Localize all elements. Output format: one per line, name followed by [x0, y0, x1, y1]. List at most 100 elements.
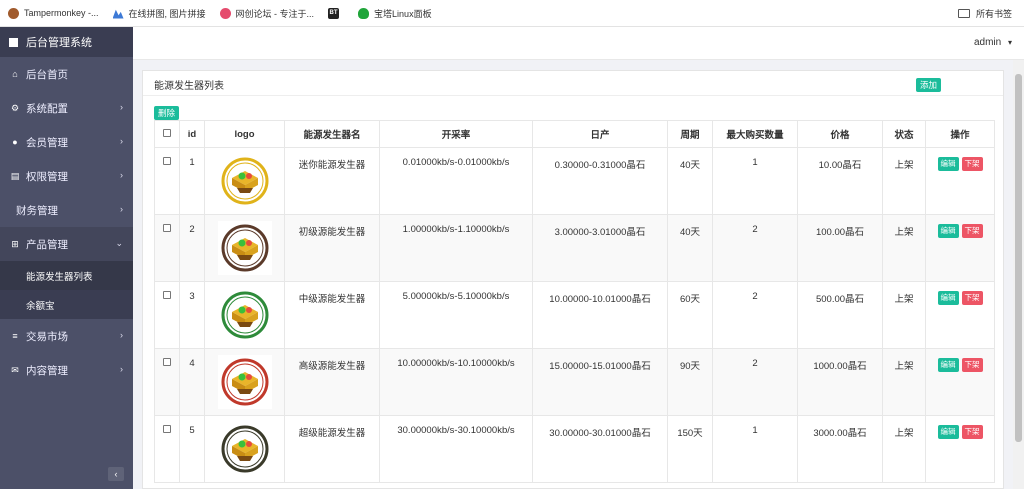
bookmark-bt-panel[interactable]: 宝塔Linux面板 — [358, 7, 432, 20]
generator-badge-icon — [221, 291, 268, 339]
daily-cell: 15.00000-15.01000晶石 — [532, 348, 668, 416]
main-content: 能源发生器列表 添加 删除 id logo 能源发生器名 开采率 日产 周期 最… — [133, 60, 1013, 489]
sidebar-item-market[interactable]: ≡ 交易市场 › — [0, 319, 133, 353]
generator-list-card: 能源发生器列表 添加 删除 id logo 能源发生器名 开采率 日产 周期 最… — [142, 70, 1004, 489]
max-purchase-cell: 1 — [712, 415, 798, 483]
edit-button[interactable]: 编辑 — [937, 224, 959, 238]
sidebar-subitem-yuebao[interactable]: 余额宝 — [0, 290, 133, 319]
price-cell: 3000.00晶石 — [797, 415, 883, 483]
bookmark-bt[interactable]: BT — [328, 7, 344, 19]
column-header: logo — [204, 120, 285, 148]
edit-button[interactable]: 编辑 — [937, 157, 959, 171]
period-cell: 40天 — [667, 214, 713, 282]
row-select-cell[interactable] — [154, 348, 180, 416]
table-header-row: id logo 能源发生器名 开采率 日产 周期 最大购买数量 价格 状态 操作 — [154, 120, 995, 148]
row-checkbox[interactable] — [163, 157, 171, 165]
bookmark-forum[interactable]: 网创论坛 - 专注于... — [219, 7, 314, 20]
windows-icon: ⊞ — [11, 239, 19, 249]
rate-cell: 5.00000kb/s-5.10000kb/s — [379, 281, 533, 349]
table-row: 4 高级源能发生器 10.00000kb/s-10.10000kb/s 15.0000… — [154, 348, 995, 416]
sidebar-item-members[interactable]: ● 会员管理 › — [0, 125, 133, 159]
name-cell: 中级源能发生器 — [284, 281, 380, 349]
column-header: 状态 — [882, 120, 926, 148]
row-select-cell[interactable] — [154, 415, 180, 483]
logo-cell — [204, 147, 285, 215]
user-menu[interactable]: admin ▾ — [974, 37, 1012, 48]
edit-button[interactable]: 编辑 — [937, 425, 959, 439]
ops-cell: 编辑 下架 — [925, 147, 995, 215]
status-cell: 上架 — [882, 147, 926, 215]
top-header: admin ▾ — [133, 27, 1024, 60]
all-bookmarks[interactable]: 所有书签 — [957, 0, 1012, 27]
unlist-button[interactable]: 下架 — [961, 291, 983, 305]
row-select-cell[interactable] — [154, 147, 180, 215]
sidebar-item-home[interactable]: ⌂ 后台首页 — [0, 57, 133, 91]
brand-title: 后台管理系统 — [26, 37, 92, 49]
sidebar-item-label: 系统配置 — [26, 102, 68, 115]
bookmark-tampermonkey[interactable]: Tampermonkey -... — [8, 7, 99, 19]
name-cell: 初级源能发生器 — [284, 214, 380, 282]
id-cell: 2 — [179, 214, 205, 282]
sidebar-item-finance[interactable]: 财务管理 › — [0, 193, 133, 227]
sidebar-item-products[interactable]: ⊞ 产品管理 ⌄ — [0, 227, 133, 261]
ops-cell: 编辑 下架 — [925, 348, 995, 416]
unlist-button[interactable]: 下架 — [961, 425, 983, 439]
table-row: 5 超级能源发生器 30.00000kb/s-30.10000kb/s 30.0000… — [154, 415, 995, 483]
generator-logo — [217, 355, 272, 409]
table-row: 1 迷你能源发生器 0.01000kb/s-0.01000kb/s 0.30000-0… — [154, 147, 995, 215]
column-header: 操作 — [925, 120, 995, 148]
sidebar-item-system-config[interactable]: ⚙ 系统配置 › — [0, 91, 133, 125]
row-checkbox[interactable] — [163, 425, 171, 433]
rate-cell: 1.00000kb/s-1.10000kb/s — [379, 214, 533, 282]
sidebar-collapse-button[interactable]: ‹ — [108, 467, 124, 481]
scrollbar-thumb[interactable] — [1015, 74, 1022, 442]
unlist-button[interactable]: 下架 — [961, 358, 983, 372]
status-cell: 上架 — [882, 415, 926, 483]
unlist-button[interactable]: 下架 — [961, 224, 983, 238]
name-cell: 高级源能发生器 — [284, 348, 380, 416]
sidebar-subitem-generator-list[interactable]: 能源发生器列表 — [0, 261, 133, 290]
id-cell: 5 — [179, 415, 205, 483]
period-cell: 150天 — [667, 415, 713, 483]
generator-logo — [217, 422, 272, 476]
sidebar-item-label: 内容管理 — [26, 364, 68, 377]
sidebar-item-permissions[interactable]: ▤ 权限管理 › — [0, 159, 133, 193]
edit-button[interactable]: 编辑 — [937, 291, 959, 305]
row-checkbox[interactable] — [163, 224, 171, 232]
chevron-down-icon: ⌄ — [115, 238, 123, 248]
row-select-cell[interactable] — [154, 281, 180, 349]
sidebar: 后台管理系统 ⌂ 后台首页 ⚙ 系统配置 › ● 会员管理 › ▤ 权限管理 ›… — [0, 27, 133, 489]
page-scrollbar[interactable] — [1013, 60, 1024, 489]
max-purchase-cell: 1 — [712, 147, 798, 215]
column-header: 能源发生器名 — [284, 120, 380, 148]
id-cell: 4 — [179, 348, 205, 416]
row-checkbox[interactable] — [163, 358, 171, 366]
rate-cell: 0.01000kb/s-0.01000kb/s — [379, 147, 533, 215]
add-button[interactable]: 添加 — [916, 78, 942, 92]
bookmarks-bar: Tampermonkey -... 在线拼图, 图片拼接 网创论坛 - 专注于.… — [0, 0, 1024, 27]
daily-cell: 30.00000-30.01000晶石 — [532, 415, 668, 483]
daily-cell: 3.00000-3.01000晶石 — [532, 214, 668, 282]
brand: 后台管理系统 — [0, 27, 133, 57]
row-select-cell[interactable] — [154, 214, 180, 282]
user-icon: ● — [12, 137, 18, 147]
id-card-icon: ▤ — [10, 171, 20, 181]
bookmark-picture[interactable]: 在线拼图, 图片拼接 — [112, 7, 206, 20]
edit-button[interactable]: 编辑 — [937, 358, 959, 372]
generator-badge-icon — [221, 157, 268, 205]
generator-logo — [217, 154, 272, 208]
delete-button[interactable]: 删除 — [154, 106, 180, 120]
sidebar-item-label: 会员管理 — [26, 136, 68, 149]
row-checkbox[interactable] — [163, 291, 171, 299]
unlist-button[interactable]: 下架 — [961, 157, 983, 171]
select-all-checkbox[interactable] — [163, 128, 171, 137]
envelope-icon: ✉ — [11, 365, 19, 375]
bt-panel-icon — [358, 7, 370, 19]
select-all-cell[interactable] — [154, 120, 180, 148]
card-title: 能源发生器列表 — [154, 81, 224, 92]
max-purchase-cell: 2 — [712, 348, 798, 416]
status-cell: 上架 — [882, 214, 926, 282]
column-header: 价格 — [797, 120, 883, 148]
chevron-right-icon: › — [120, 364, 123, 374]
sidebar-item-content[interactable]: ✉ 内容管理 › — [0, 353, 133, 387]
